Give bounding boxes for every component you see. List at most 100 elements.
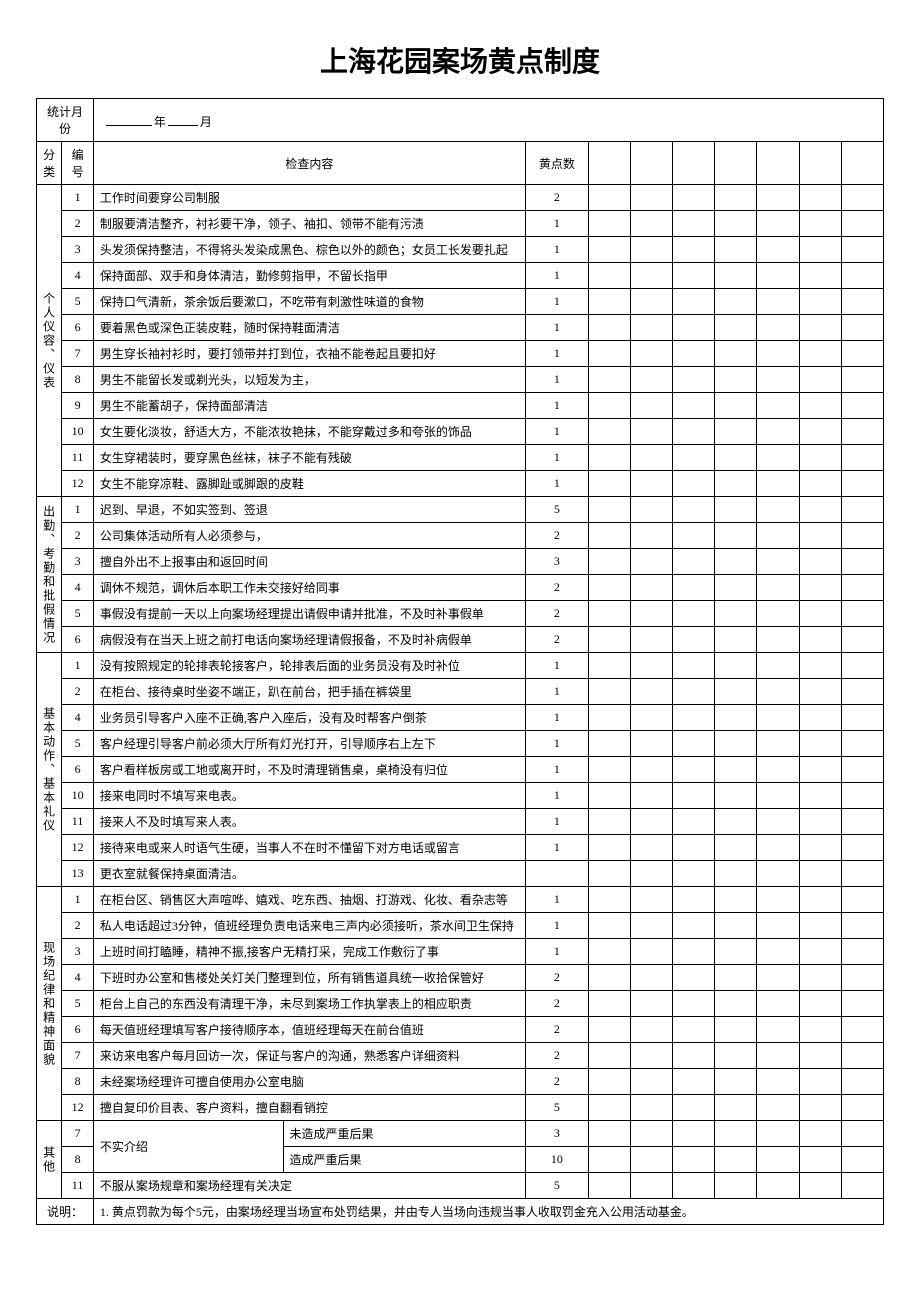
table-row: 12擅自复印价目表、客户资料，擅自翻看销控5 [37, 1095, 884, 1121]
row-points: 5 [525, 1173, 588, 1199]
stat-month-label: 统计月份 [37, 99, 94, 142]
blank-cell [715, 913, 757, 939]
table-row: 7来访来电客户每月回访一次，保证与客户的沟通，熟悉客户详细资料2 [37, 1043, 884, 1069]
blank-cell [715, 809, 757, 835]
blank-cell [841, 393, 883, 419]
row-desc: 客户经理引导客户前必须大厅所有灯光打开，引导顺序右上左下 [93, 731, 525, 757]
blank-cell [673, 705, 715, 731]
blank-cell [799, 601, 841, 627]
blank-cell [799, 731, 841, 757]
blank-cell [799, 861, 841, 887]
blank-cell [757, 237, 799, 263]
blank-cell [757, 211, 799, 237]
blank-cell [757, 705, 799, 731]
row-points: 1 [525, 263, 588, 289]
row-points: 1 [525, 653, 588, 679]
blank-col [757, 142, 799, 185]
blank-cell [631, 471, 673, 497]
blank-cell [588, 315, 630, 341]
table-row: 12接待来电或来人时语气生硬，当事人不在时不懂留下对方电话或留言1 [37, 835, 884, 861]
blank-cell [715, 991, 757, 1017]
table-row: 9男生不能蓄胡子，保持面部清洁1 [37, 393, 884, 419]
blank-cell [631, 1095, 673, 1121]
row-number: 7 [62, 341, 94, 367]
row-desc: 每天值班经理填写客户接待顺序本，值班经理每天在前台值班 [93, 1017, 525, 1043]
blank-cell [631, 1173, 673, 1199]
blank-cell [673, 497, 715, 523]
row-points: 2 [525, 1017, 588, 1043]
blank-cell [631, 237, 673, 263]
blank-cell [757, 523, 799, 549]
blank-cell [673, 861, 715, 887]
row-number: 2 [62, 523, 94, 549]
blank-cell [588, 445, 630, 471]
blank-cell [841, 185, 883, 211]
blank-cell [588, 913, 630, 939]
row-points: 1 [525, 393, 588, 419]
blank-cell [631, 341, 673, 367]
blank-cell [757, 1095, 799, 1121]
row-number: 3 [62, 939, 94, 965]
blank-cell [588, 1121, 630, 1147]
blank-cell [673, 965, 715, 991]
blank-cell [588, 549, 630, 575]
blank-cell [799, 1095, 841, 1121]
blank-cell [588, 939, 630, 965]
table-row: 2公司集体活动所有人必须参与，2 [37, 523, 884, 549]
blank-cell [673, 653, 715, 679]
blank-cell [631, 1121, 673, 1147]
blank-cell [631, 809, 673, 835]
blank-cell [841, 575, 883, 601]
table-row: 11接来人不及时填写来人表。1 [37, 809, 884, 835]
blank-cell [757, 965, 799, 991]
blank-cell [757, 549, 799, 575]
blank-cell [841, 1147, 883, 1173]
row-points: 1 [525, 211, 588, 237]
blank-cell [715, 653, 757, 679]
note-text: 1. 黄点罚款为每个5元，由案场经理当场宣布处罚结果，并由专人当场向违规当事人收… [93, 1199, 883, 1225]
row-number: 8 [62, 1069, 94, 1095]
blank-cell [715, 861, 757, 887]
category-cell: 其他 [37, 1121, 62, 1199]
blank-cell [757, 731, 799, 757]
blank-cell [631, 419, 673, 445]
row-points: 1 [525, 705, 588, 731]
blank-cell [757, 393, 799, 419]
blank-cell [631, 263, 673, 289]
row-number: 6 [62, 315, 94, 341]
blank-cell [799, 627, 841, 653]
blank-cell [715, 549, 757, 575]
row-desc: 下班时办公室和售楼处关灯关门整理到位，所有销售道具统一收拾保管好 [93, 965, 525, 991]
blank-cell [631, 965, 673, 991]
table-row: 3头发须保持整洁，不得将头发染成黑色、棕色以外的颜色；女员工长发要扎起1 [37, 237, 884, 263]
table-row: 11女生穿裙装时，要穿黑色丝袜，袜子不能有残破1 [37, 445, 884, 471]
split-right: 造成严重后果 [283, 1147, 525, 1173]
blank-cell [673, 809, 715, 835]
row-number: 4 [62, 705, 94, 731]
blank-cell [673, 1069, 715, 1095]
blank-cell [841, 367, 883, 393]
blank-col [673, 142, 715, 185]
category-cell: 基本动作、基本礼仪 [37, 653, 62, 887]
blank-cell [799, 523, 841, 549]
row-desc: 迟到、早退，不如实签到、签退 [93, 497, 525, 523]
blank-cell [757, 263, 799, 289]
blank-cell [841, 1017, 883, 1043]
blank-cell [715, 835, 757, 861]
row-number: 2 [62, 913, 94, 939]
blank-cell [673, 289, 715, 315]
note-row: 说明： 1. 黄点罚款为每个5元，由案场经理当场宣布处罚结果，并由专人当场向违规… [37, 1199, 884, 1225]
blank-cell [715, 1017, 757, 1043]
table-row: 6病假没有在当天上班之前打电话向案场经理请假报备，不及时补病假单2 [37, 627, 884, 653]
blank-cell [715, 1095, 757, 1121]
blank-cell [799, 471, 841, 497]
blank-cell [841, 627, 883, 653]
blank-cell [715, 601, 757, 627]
row-number: 10 [62, 419, 94, 445]
row-desc: 头发须保持整洁，不得将头发染成黑色、棕色以外的颜色；女员工长发要扎起 [93, 237, 525, 263]
blank-cell [799, 705, 841, 731]
blank-cell [799, 237, 841, 263]
blank-cell [757, 601, 799, 627]
blank-cell [673, 237, 715, 263]
blank-cell [673, 913, 715, 939]
